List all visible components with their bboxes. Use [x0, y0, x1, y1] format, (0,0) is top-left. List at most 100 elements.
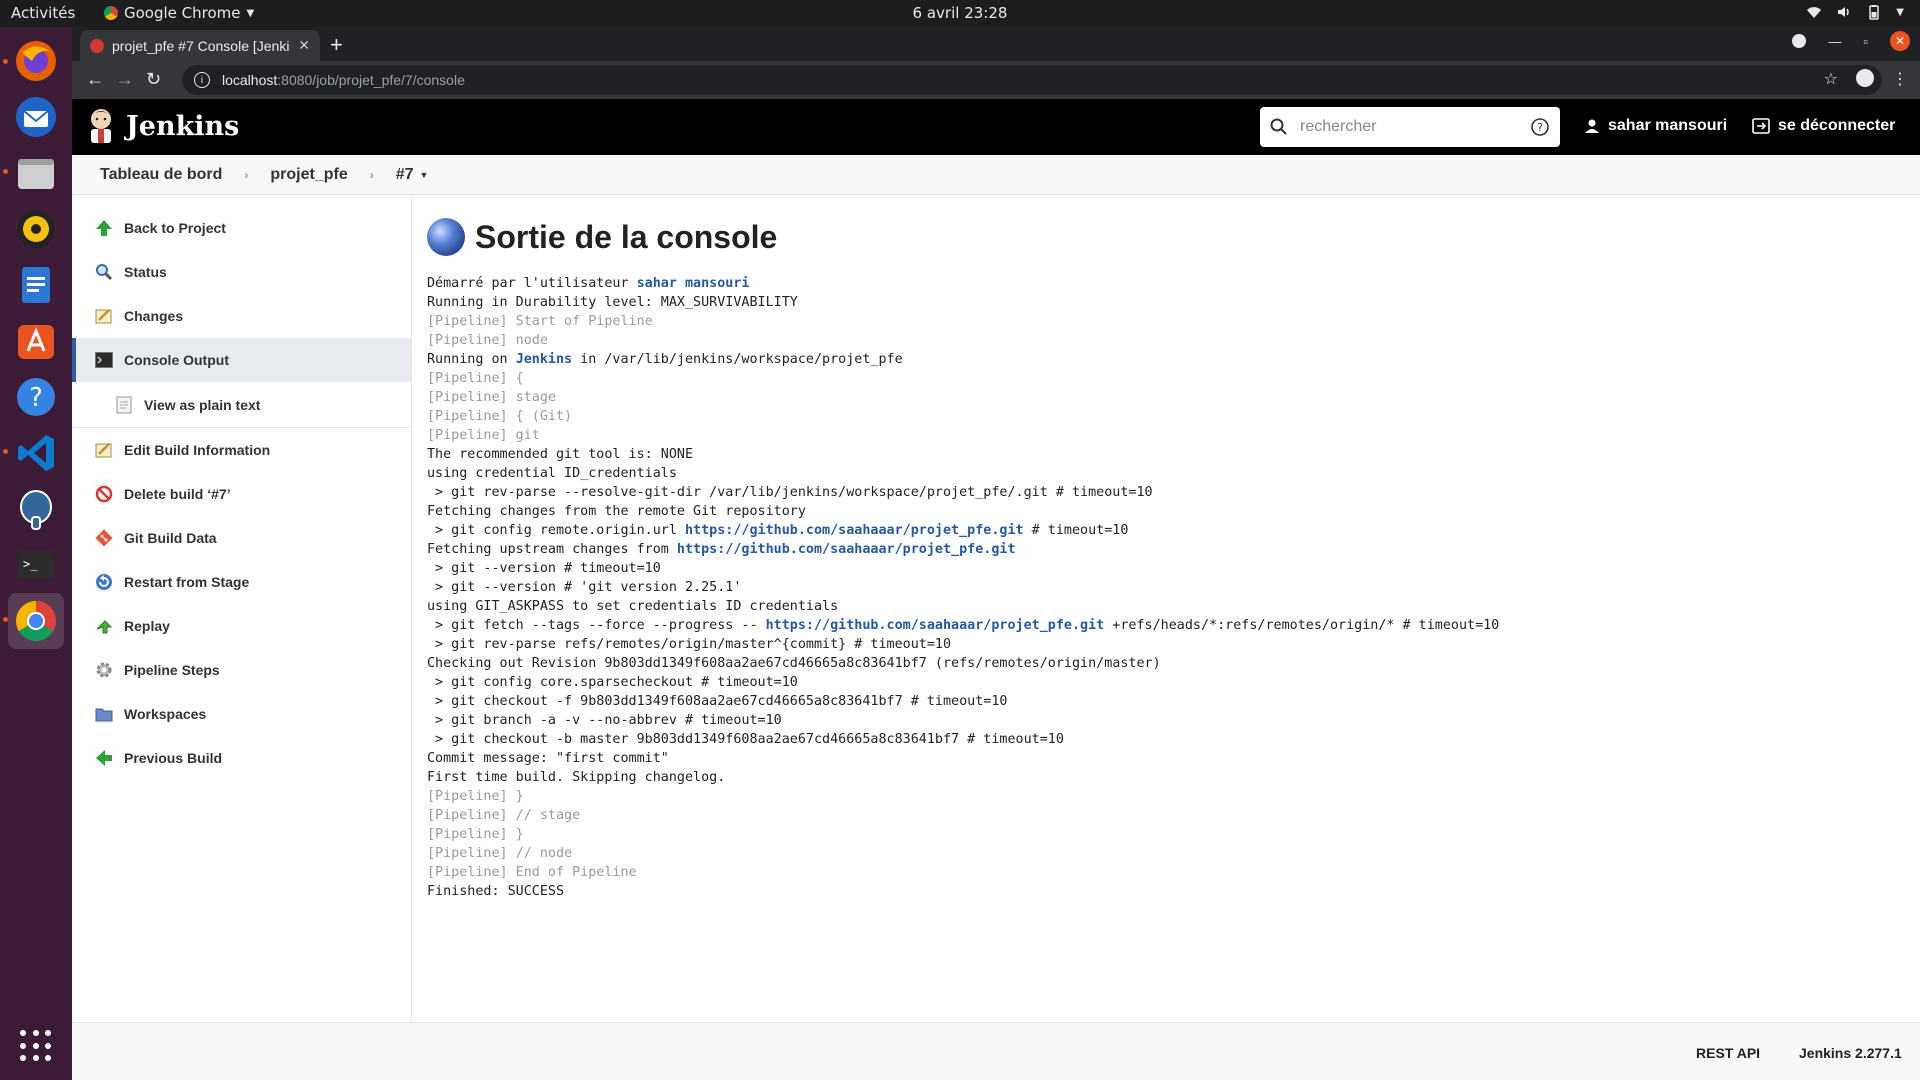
console-link[interactable]: Jenkins — [516, 352, 572, 367]
tab-title: projet_pfe #7 Console [Jenkins] — [112, 37, 291, 54]
dock-thunderbird[interactable] — [8, 89, 64, 145]
sidebar-item-label: Edit Build Information — [124, 442, 271, 458]
site-info-icon[interactable]: i — [194, 72, 210, 88]
console-line: > git checkout -f 9b803dd1349f608aa2ae67… — [427, 692, 1499, 711]
restart-icon — [94, 572, 114, 592]
console-line: Fetching changes from the remote Git rep… — [427, 502, 1499, 521]
help-circle-icon[interactable]: ? — [1530, 117, 1550, 137]
clock[interactable]: 6 avril 23:28 — [0, 4, 1920, 22]
browser-tab[interactable]: projet_pfe #7 Console [Jenkins] ✕ — [80, 30, 320, 61]
logout-link[interactable]: se déconnecter — [1752, 117, 1895, 135]
dock-writer[interactable] — [8, 257, 64, 313]
breadcrumb-project[interactable]: projet_pfe — [270, 166, 347, 184]
dock-terminal[interactable]: >_ — [8, 537, 64, 593]
sidebar-item-git-build-data[interactable]: Git Build Data — [72, 516, 411, 560]
console-text: Finished: SUCCESS — [427, 884, 565, 899]
firefox-icon — [16, 41, 56, 81]
console-link[interactable]: https://github.com/saahaaar/projet_pfe.g… — [766, 618, 1105, 633]
console-line: > git config core.sparsecheckout # timeo… — [427, 673, 1499, 692]
folder-icon — [94, 704, 114, 724]
console-text: > git rev-parse refs/remotes/origin/mast… — [427, 637, 952, 652]
console-text: [Pipeline] End of Pipeline — [427, 865, 637, 880]
jenkins-header: Jenkins ? sahar mansouri se déconnecter — [72, 99, 1920, 155]
breadcrumb-dashboard[interactable]: Tableau de bord — [100, 166, 222, 184]
dock-rhythmbox[interactable] — [8, 201, 64, 257]
dock-vscode[interactable] — [8, 425, 64, 481]
dock-software[interactable] — [8, 313, 64, 369]
dock-firefox[interactable] — [8, 33, 64, 89]
activities-button[interactable]: Activités — [11, 4, 75, 22]
search-input[interactable] — [1300, 118, 1518, 136]
console-text: [Pipeline] stage — [427, 390, 556, 405]
app-menu[interactable]: Google Chrome ▼ — [104, 4, 254, 22]
console-text: First time build. Skipping changelog. — [427, 770, 726, 785]
dock-chrome[interactable] — [8, 593, 64, 649]
back-arrow-icon[interactable]: ← — [86, 69, 104, 90]
sidebar-item-restart-from-stage[interactable]: Restart from Stage — [72, 560, 411, 604]
sidebar-item-previous-build[interactable]: Previous Build — [72, 736, 411, 780]
profile-icon[interactable] — [1856, 69, 1874, 87]
chevron-down-icon[interactable]: ▼ — [420, 170, 429, 180]
close-window-button[interactable]: ✕ — [1890, 31, 1910, 51]
sidebar-item-label: Previous Build — [124, 750, 223, 766]
arrow-left-icon — [94, 748, 114, 768]
gear-icon — [94, 660, 114, 680]
chevron-down-icon: ▼ — [1896, 6, 1904, 18]
sidebar-item-status[interactable]: Status — [72, 250, 411, 294]
jenkins-version-link[interactable]: Jenkins 2.277.1 — [1799, 1045, 1902, 1061]
notepad-icon — [94, 440, 114, 460]
page-title: Sortie de la console — [475, 218, 778, 255]
sidebar-item-pipeline-steps[interactable]: Pipeline Steps — [72, 648, 411, 692]
sidebar-item-changes[interactable]: Changes — [72, 294, 411, 338]
console-link[interactable]: https://github.com/saahaaar/projet_pfe.g… — [685, 523, 1024, 538]
git-icon — [94, 528, 114, 548]
new-tab-button[interactable]: + — [330, 32, 343, 58]
breadcrumb-build[interactable]: #7 — [396, 166, 414, 184]
sidebar-item-view-plain-text[interactable]: View as plain text — [72, 382, 411, 428]
dock-help[interactable]: ? — [8, 369, 64, 425]
terminal-icon: >_ — [18, 551, 54, 579]
chrome-icon — [16, 601, 56, 641]
maximize-button[interactable]: ▫ — [1863, 34, 1868, 49]
sidebar-item-replay[interactable]: Replay — [72, 604, 411, 648]
notepad-icon — [94, 306, 114, 326]
show-apps-icon[interactable] — [20, 1030, 52, 1062]
close-tab-icon[interactable]: ✕ — [298, 37, 310, 54]
search-box: ? — [1260, 107, 1560, 147]
footer: REST API Jenkins 2.277.1 — [72, 1022, 1920, 1080]
breadcrumb: Tableau de bord › projet_pfe › #7 ▼ — [72, 155, 1920, 195]
sidebar-item-label: View as plain text — [144, 396, 261, 413]
no-entry-icon — [94, 484, 114, 504]
sidebar-item-delete-build[interactable]: Delete build ‘#7’ — [72, 472, 411, 516]
sidebar-item-workspaces[interactable]: Workspaces — [72, 692, 411, 736]
console-link[interactable]: sahar mansouri — [637, 276, 750, 291]
forward-arrow-icon[interactable]: → — [116, 69, 134, 90]
sidebar-item-console-output[interactable]: Console Output — [72, 338, 411, 382]
svg-text:?: ? — [1537, 121, 1543, 134]
console-link[interactable]: https://github.com/saahaaar/projet_pfe.g… — [677, 542, 1016, 557]
main-content: Sortie de la console Démarré par l'utili… — [412, 196, 1920, 1022]
reload-icon[interactable]: ↻ — [146, 69, 161, 90]
console-line: [Pipeline] stage — [427, 388, 1499, 407]
minimize-button[interactable]: — — [1828, 34, 1841, 49]
tab-search-icon[interactable] — [1792, 34, 1807, 48]
sidebar: Back to Project Status Changes Console O… — [72, 196, 412, 1022]
console-line: First time build. Skipping changelog. — [427, 768, 1499, 787]
console-line: using credential ID_credentials — [427, 464, 1499, 483]
sidebar-item-back-to-project[interactable]: Back to Project — [72, 206, 411, 250]
dock-pgadmin[interactable] — [8, 481, 64, 537]
more-menu-icon[interactable]: ⋮ — [1892, 69, 1908, 89]
jenkins-logo[interactable]: Jenkins — [86, 107, 239, 145]
address-bar[interactable]: i localhost:8080/job/projet_pfe/7/consol… — [182, 65, 1882, 95]
user-link[interactable]: sahar mansouri — [1584, 117, 1727, 135]
console-line: The recommended git tool is: NONE — [427, 445, 1499, 464]
browser-toolbar: ← → ↻ i localhost:8080/job/projet_pfe/7/… — [72, 61, 1920, 99]
console-text: Checking out Revision 9b803dd1349f608aa2… — [427, 656, 1161, 671]
rest-api-link[interactable]: REST API — [1696, 1045, 1760, 1061]
dock-files[interactable] — [8, 145, 64, 201]
bookmark-star-icon[interactable]: ☆ — [1824, 69, 1838, 89]
console-text: [Pipeline] { — [427, 371, 524, 386]
sidebar-item-edit-build-information[interactable]: Edit Build Information — [72, 428, 411, 472]
system-tray[interactable]: ▼ — [1806, 4, 1904, 20]
software-icon — [18, 325, 54, 359]
